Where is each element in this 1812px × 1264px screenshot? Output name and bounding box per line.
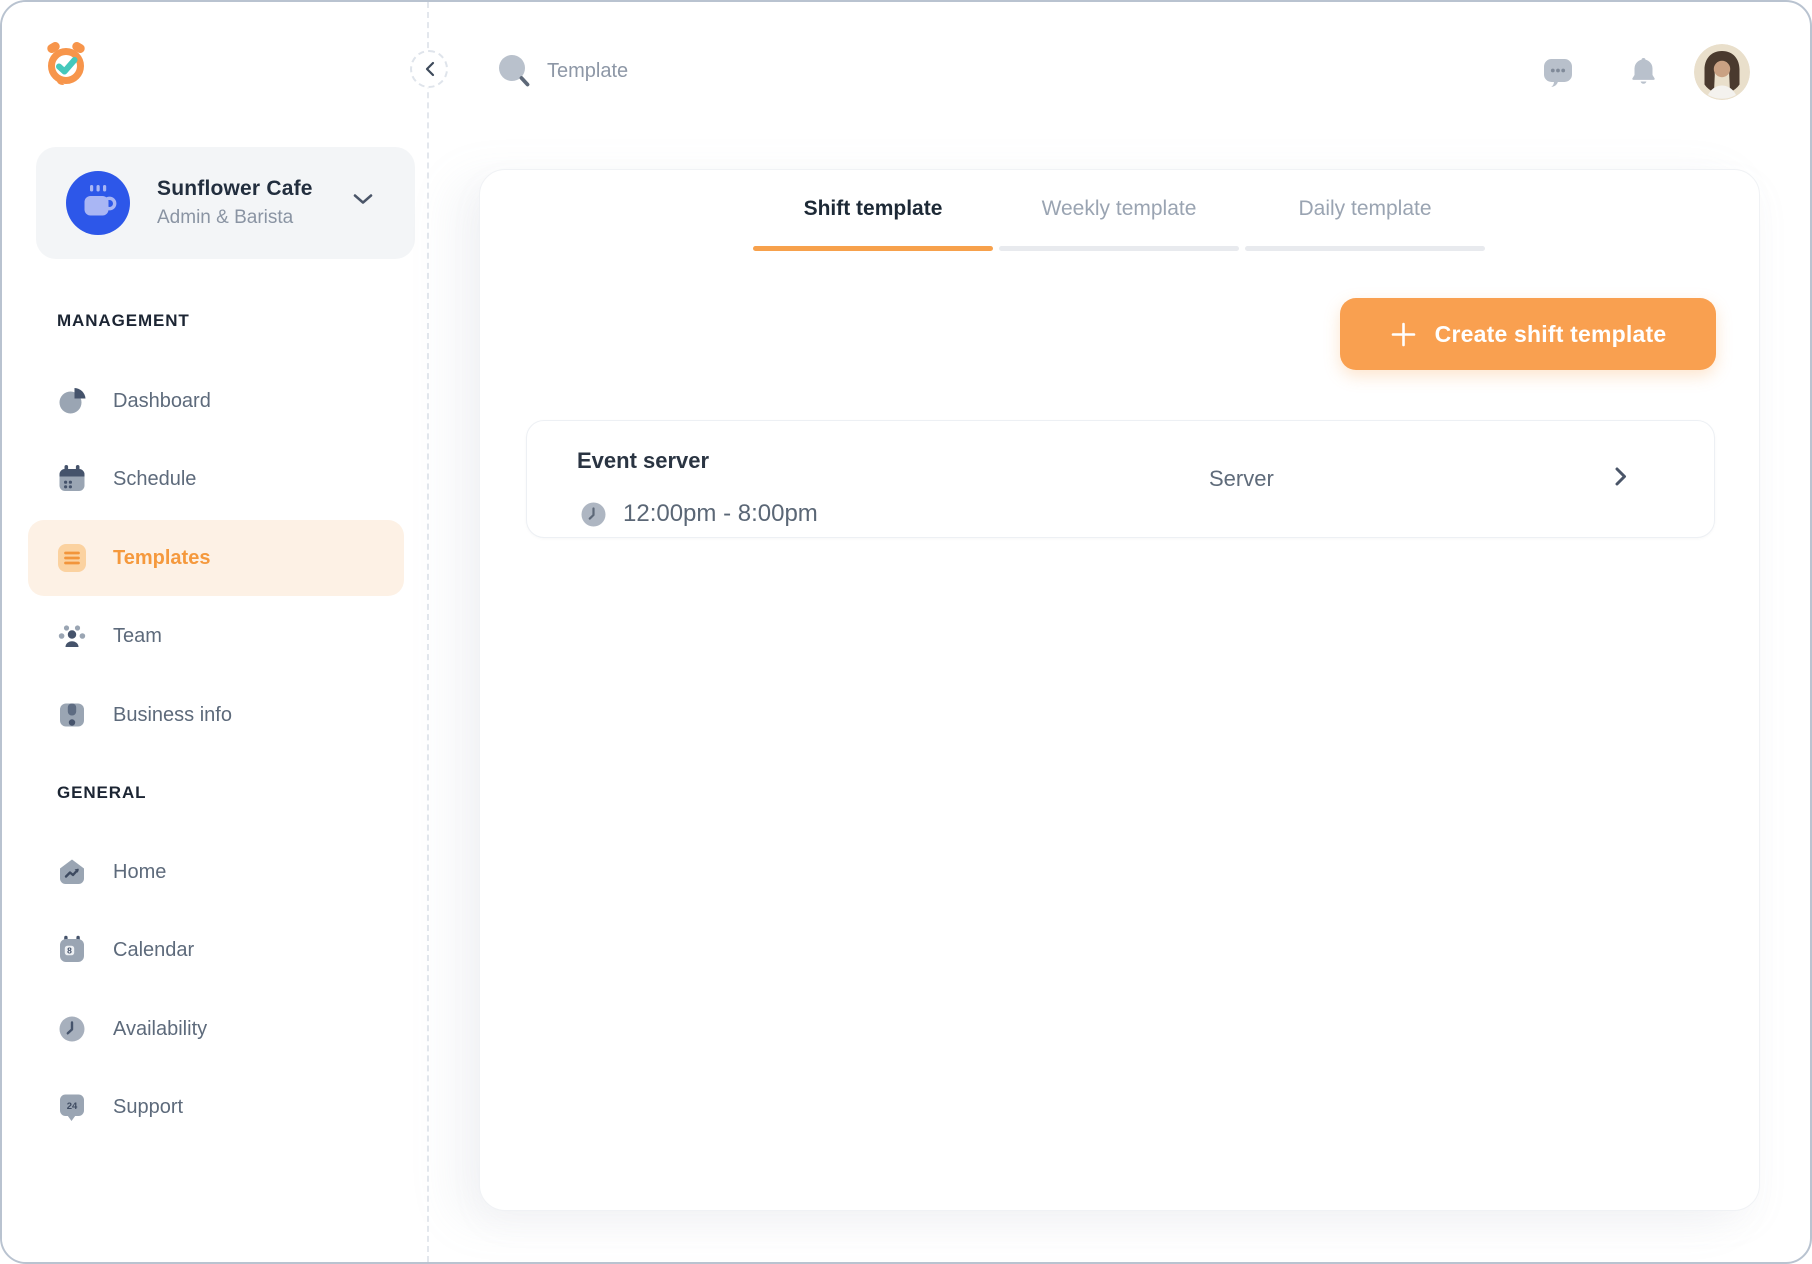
- sidebar-item-label: Team: [113, 625, 162, 648]
- search-icon: [496, 53, 533, 90]
- calendar-date-icon: 8: [57, 935, 87, 965]
- sidebar: Sunflower Cafe Admin & Barista MANAGEMEN…: [2, 2, 429, 1262]
- tab-weekly-template[interactable]: Weekly template: [996, 170, 1242, 248]
- workspace-switcher[interactable]: Sunflower Cafe Admin & Barista: [36, 147, 415, 259]
- search-value: Template: [547, 60, 628, 83]
- templates-panel: Shift template Weekly template Daily tem…: [479, 169, 1760, 1211]
- tab-label: Weekly template: [1042, 197, 1197, 221]
- chat-button[interactable]: [1543, 58, 1573, 92]
- sidebar-item-label: Support: [113, 1096, 183, 1119]
- sidebar-item-support[interactable]: 24 Support: [28, 1069, 404, 1145]
- chat-bubble-icon: [1543, 58, 1573, 87]
- sidebar-collapse-button[interactable]: [410, 50, 448, 88]
- shift-template-row[interactable]: Event server 12:00pm - 8:00pm Server: [526, 420, 1715, 538]
- template-time: 12:00pm - 8:00pm: [623, 500, 818, 528]
- tab-daily-template[interactable]: Daily template: [1242, 170, 1488, 248]
- app-logo-alarm-check-icon: [42, 39, 90, 87]
- sidebar-item-label: Business info: [113, 704, 232, 727]
- create-shift-template-button[interactable]: Create shift template: [1340, 298, 1716, 370]
- tab-label: Daily template: [1298, 197, 1431, 221]
- create-button-label: Create shift template: [1435, 321, 1667, 348]
- chevron-right-icon[interactable]: [1615, 467, 1627, 491]
- calendar-icon: [57, 464, 87, 494]
- chevron-left-icon: [424, 61, 435, 77]
- bell-icon: [1630, 56, 1657, 87]
- support-badge: 24: [67, 1101, 78, 1112]
- avatar-photo: [1694, 44, 1750, 100]
- sidebar-item-calendar[interactable]: 8 Calendar: [28, 912, 404, 988]
- tab-label: Shift template: [804, 197, 943, 221]
- template-name: Event server: [577, 448, 709, 474]
- calendar-badge: 8: [67, 945, 72, 955]
- notifications-button[interactable]: [1630, 56, 1657, 92]
- sidebar-item-label: Templates: [113, 547, 210, 570]
- sidebar-item-team[interactable]: Team: [28, 598, 404, 674]
- sidebar-item-business-info[interactable]: Business info: [28, 677, 404, 753]
- template-tabs: Shift template Weekly template Daily tem…: [750, 170, 1488, 248]
- sidebar-item-templates[interactable]: Templates: [28, 520, 404, 596]
- sidebar-item-home[interactable]: Home: [28, 834, 404, 910]
- sidebar-item-schedule[interactable]: Schedule: [28, 441, 404, 517]
- search-input[interactable]: Template: [496, 52, 628, 90]
- sidebar-item-availability[interactable]: Availability: [28, 991, 404, 1067]
- team-icon: [57, 621, 87, 651]
- clock-icon: [57, 1014, 87, 1044]
- sidebar-item-label: Home: [113, 861, 166, 884]
- template-role: Server: [1209, 421, 1274, 537]
- template-list-icon: [57, 543, 87, 573]
- support-bubble-icon: 24: [57, 1092, 87, 1122]
- tab-shift-template[interactable]: Shift template: [750, 170, 996, 248]
- workspace-name: Sunflower Cafe: [157, 177, 313, 201]
- chevron-down-icon[interactable]: [353, 193, 373, 211]
- section-header-management: MANAGEMENT: [57, 311, 190, 331]
- workspace-role: Admin & Barista: [157, 207, 313, 229]
- business-badge-icon: [57, 700, 87, 730]
- workspace-avatar-coffee-icon: [66, 171, 130, 235]
- user-avatar[interactable]: [1694, 44, 1750, 100]
- sidebar-item-dashboard[interactable]: Dashboard: [28, 363, 404, 439]
- plus-icon: [1390, 321, 1417, 348]
- sidebar-item-label: Calendar: [113, 939, 194, 962]
- sidebar-item-label: Schedule: [113, 468, 196, 491]
- sidebar-item-label: Availability: [113, 1018, 207, 1041]
- clock-small-icon: [581, 502, 606, 527]
- home-trend-icon: [57, 857, 87, 887]
- app-window: Sunflower Cafe Admin & Barista MANAGEMEN…: [0, 0, 1812, 1264]
- pie-chart-icon: [57, 386, 87, 416]
- section-header-general: GENERAL: [57, 783, 146, 803]
- sidebar-item-label: Dashboard: [113, 390, 211, 413]
